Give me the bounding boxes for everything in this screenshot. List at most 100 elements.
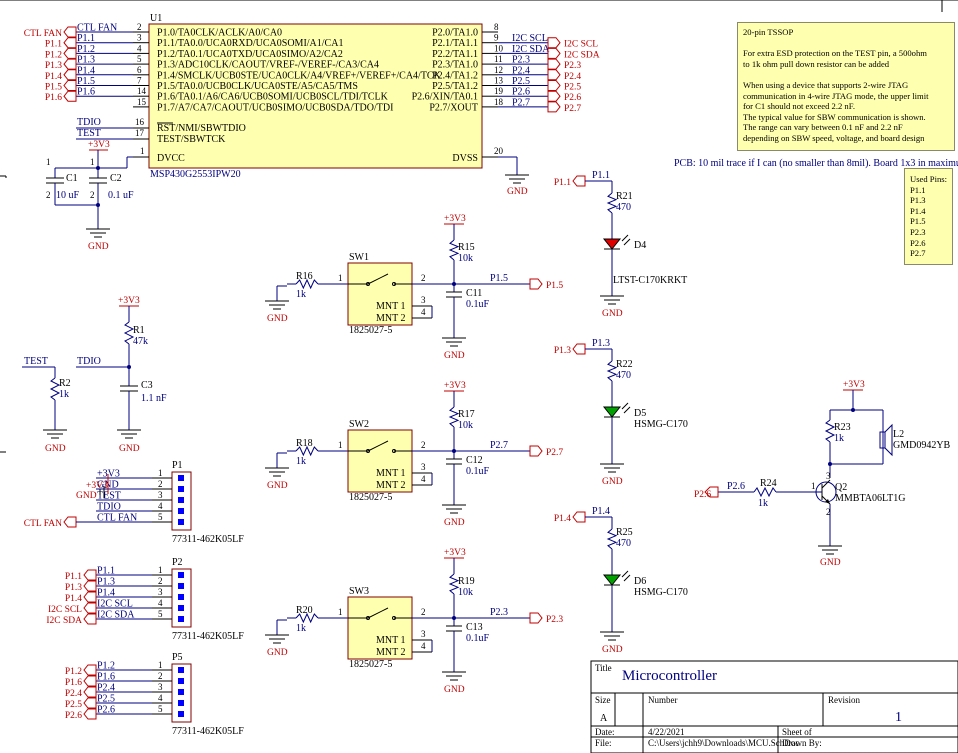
port-label: P2.4 [65, 689, 82, 699]
mnt-label: MNT 2 [376, 480, 406, 491]
switch-ref: SW3 [349, 586, 369, 597]
used-pin-line: P1.1 [910, 184, 926, 195]
pwr-3v3-label: +3V3 [444, 214, 466, 224]
note-line: 20-pin TSSOP [743, 27, 794, 37]
pin-number: 5 [158, 704, 163, 714]
led-1: P1.1 P1.1 R21470 D4 LTST-C170KRKT GND [554, 170, 687, 319]
port-label: P2.5 [65, 700, 82, 710]
svg-text:Size: Size [595, 695, 611, 705]
svg-text:Number: Number [648, 695, 678, 705]
port-symbol [529, 612, 543, 624]
c2-value: 0.1 uF [108, 190, 134, 201]
port-label: CTL FAN [24, 29, 62, 39]
svg-text:2: 2 [90, 190, 95, 200]
svg-text:3: 3 [421, 629, 426, 639]
gnd-label: GND [267, 648, 288, 658]
svg-text:Revision: Revision [828, 695, 861, 705]
note-line [743, 38, 949, 49]
mcu-pin-name: P1.0/TA0CLK/ACLK/A0/CA0 [157, 28, 282, 39]
net-label: P2.4 [97, 683, 115, 694]
svg-text:4: 4 [421, 474, 426, 484]
resistor-ref: R15 [458, 242, 475, 253]
net-label: P2.7 [512, 97, 530, 108]
port-symbol [547, 37, 561, 49]
port-symbol [63, 26, 77, 38]
port-label: P1.1 [65, 572, 82, 582]
pin-number: 4 [158, 693, 163, 703]
mcu-pin-name: P2.2/TA1.1 [432, 49, 478, 60]
net-label: P1.4 [77, 65, 95, 76]
svg-text:47k: 47k [133, 336, 148, 347]
port-symbol [63, 516, 77, 528]
led-part: HSMG-C170 [634, 587, 688, 598]
port-symbol [572, 175, 586, 187]
switch-part: 1825027-5 [349, 325, 392, 336]
used-pin-line: P2.7 [910, 248, 926, 259]
pin-number: 5 [158, 512, 163, 522]
mnt-label: MNT 2 [376, 313, 406, 324]
gnd-label: GND [444, 685, 465, 695]
net-label: P1.3 [592, 338, 610, 349]
svg-text:GMD0942YB: GMD0942YB [893, 440, 951, 451]
net-label: I2C SCL [97, 599, 133, 610]
port-label: P1.2 [65, 667, 82, 677]
mcu-pin-name: P2.0/TA1.0 [432, 28, 478, 39]
note-line: to 1k ohm pull down resistor can be adde… [743, 58, 890, 69]
switch-1: GND R16 1k 1 SW1 1825027-5 MNT 1MNT 2 3 4 2 +3V3 R1… [265, 214, 563, 361]
resistor-value: 10k [458, 420, 473, 431]
svg-text:Title: Title [595, 663, 612, 673]
net-label: P2.4 [512, 65, 530, 76]
port-symbol [63, 47, 77, 59]
resistor-ref: R25 [616, 527, 633, 538]
used-pins-lines: Used Pins: P1.1 P1.3 P1.4 P1.5 P2.3 P2.6 P2.7 [910, 174, 947, 259]
connector-P2: P2 77311-462K05LF 1 P1.1 2 P1.3 3 P1.4 4 I2C SCL 5… [46, 557, 244, 642]
led-part: HSMG-C170 [634, 419, 688, 430]
mcu-pin-num: 6 [137, 65, 142, 75]
svg-text:GND: GND [507, 187, 528, 197]
net-label: P2.6 [512, 87, 530, 98]
mcu-pin-num: 10 [494, 43, 504, 53]
mcu-pin-name: P1.4/SMCLK/UCB0STE/UCA0CLK/A4/VREF+/VERE… [157, 70, 442, 81]
svg-text:1: 1 [46, 157, 51, 167]
led-part: LTST-C170KRKT [613, 275, 687, 286]
mcu-pin-num: 18 [494, 97, 504, 107]
mcu-pin-num: 7 [137, 76, 142, 86]
resistor-ref: R20 [296, 605, 313, 616]
connector-ref: P2 [172, 557, 183, 568]
cap-value: 0.1uF [466, 466, 490, 477]
svg-text:R1: R1 [133, 325, 145, 336]
pin-number: 4 [158, 501, 163, 511]
port-label: P1.5 [546, 281, 563, 291]
mcu-pin-name: RST/NMI/SBWTDIO [157, 123, 246, 134]
svg-text:1.1 nF: 1.1 nF [141, 393, 167, 404]
port-label: P1.5 [45, 83, 62, 93]
net-label: P1.1 [592, 170, 610, 181]
mcu-pin-num: 8 [494, 22, 499, 32]
svg-text:A: A [600, 713, 608, 724]
svg-text:1: 1 [895, 710, 902, 725]
port-label: P1.1 [45, 40, 62, 50]
port-label: I2C SDA [46, 616, 82, 626]
led-ref: D6 [634, 576, 646, 587]
resistor-value: 1k [296, 623, 306, 634]
svg-text:GND: GND [45, 444, 66, 454]
net-label: CTL FAN [77, 23, 117, 34]
resistor-value: 470 [616, 538, 631, 549]
svg-text:Q2: Q2 [835, 482, 847, 493]
svg-text:P2.6: P2.6 [727, 481, 745, 492]
net-label: P1.2 [77, 44, 95, 55]
svg-text:2: 2 [421, 273, 426, 283]
mcu-pin-name: P1.5/TA0.0/UCB0CLK/UCA0STE/A5/CA5/TMS [157, 81, 358, 92]
mcu-pin-name: DVCC [157, 153, 185, 164]
pin-number: 2 [158, 576, 163, 586]
svg-text:TDIO: TDIO [77, 356, 101, 367]
net-label: P1.3 [77, 55, 95, 66]
connectors: P1 77311-462K05LF 1 +3V3 2 GND 3 TEST 4 TDIO 5 CTL … [24, 460, 245, 737]
net-label: TDIO [97, 502, 121, 513]
left-ports: CTL FANCTL FAN P1.1P1.1 P1.2P1.2 P1.3P1.3 P1… [24, 23, 133, 103]
port-symbol [63, 90, 77, 102]
net-label: CTL FAN [97, 513, 137, 524]
connector-ref: P5 [172, 652, 183, 663]
svg-text:C3: C3 [141, 380, 153, 391]
net-test: TEST [77, 128, 101, 139]
